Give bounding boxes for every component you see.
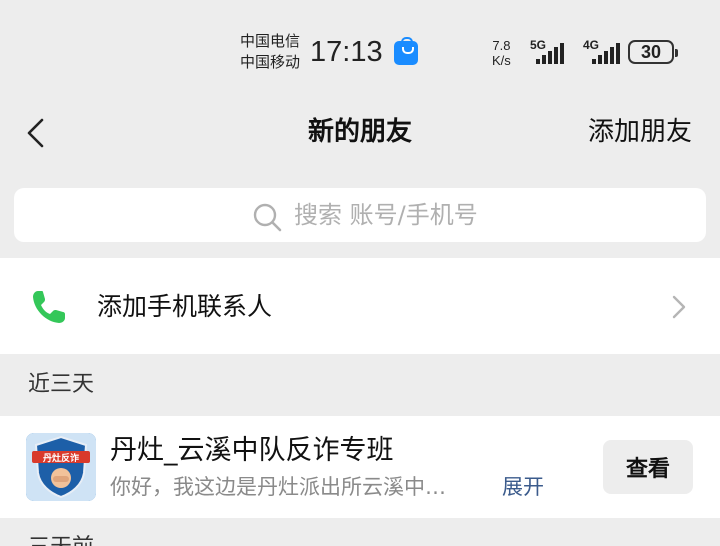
phone-icon <box>33 291 65 323</box>
carrier-2: 中国移动 <box>240 53 301 71</box>
search-bar[interactable] <box>14 188 706 242</box>
battery-icon: 30 <box>628 40 678 64</box>
svg-text:丹灶反诈: 丹灶反诈 <box>43 452 79 464</box>
network-speed: 7.8 K/s <box>492 38 511 68</box>
carrier-info: 中国电信 中国移动 <box>240 31 300 73</box>
search-input[interactable] <box>294 197 614 233</box>
police-badge-icon: 丹灶反诈 <box>26 433 96 501</box>
add-friend-button[interactable]: 添加朋友 <box>588 114 692 150</box>
network-speed-value: 7.8 <box>492 38 511 53</box>
expand-link[interactable]: 展开 <box>502 472 544 502</box>
add-phone-contacts-label: 添加手机联系人 <box>97 292 273 321</box>
add-phone-contacts-row[interactable]: 添加手机联系人 <box>0 258 720 354</box>
friend-request-item[interactable]: 丹灶反诈 丹灶_云溪中队反诈专班 你好，我这边是丹灶派出所云溪中… 展开 查看 <box>0 416 720 518</box>
friend-message-preview: 你好，我这边是丹灶派出所云溪中… <box>110 475 446 499</box>
view-button[interactable]: 查看 <box>603 440 693 494</box>
section-header-recent: 近三天 <box>28 372 95 397</box>
signal-4g-icon <box>592 42 620 64</box>
search-icon <box>253 203 282 232</box>
avatar: 丹灶反诈 <box>26 433 96 501</box>
network-speed-unit: K/s <box>492 53 511 68</box>
shopping-bag-icon <box>394 37 418 65</box>
friend-name: 丹灶_云溪中队反诈专班 <box>110 435 394 466</box>
clock: 17:13 <box>310 36 383 68</box>
navigation-bar: 新的朋友 添加朋友 <box>0 92 720 174</box>
status-bar: 中国电信 中国移动 17:13 7.8 K/s 5G 4G 30 <box>0 0 720 92</box>
signal-5g-icon <box>536 42 564 64</box>
carrier-1: 中国电信 <box>240 32 301 50</box>
chevron-right-icon <box>672 295 686 319</box>
section-header-older: 三天前 <box>28 532 94 546</box>
